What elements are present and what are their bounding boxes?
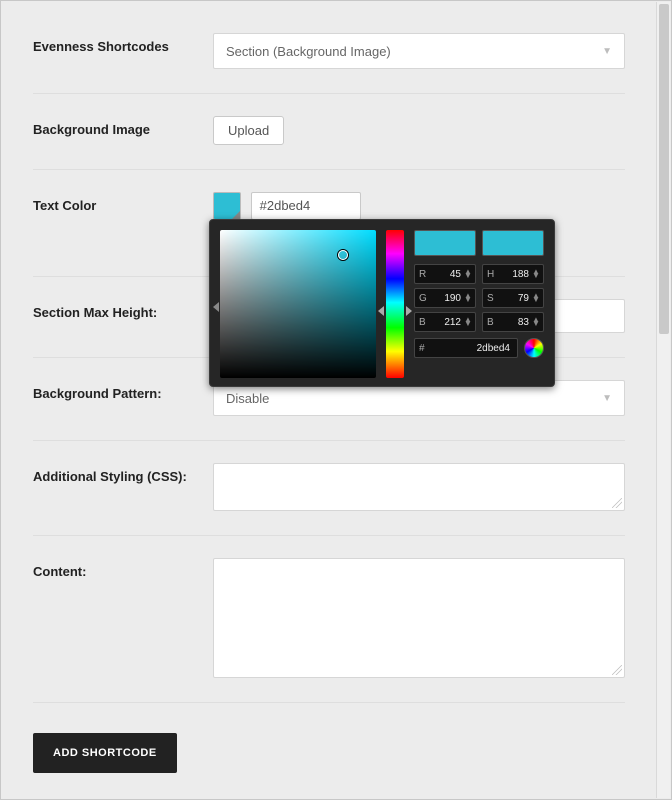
resize-handle-icon[interactable] bbox=[612, 665, 622, 675]
s-label: S bbox=[487, 293, 499, 304]
css-textarea[interactable] bbox=[213, 463, 625, 511]
r-label: R bbox=[419, 269, 431, 280]
spinner-icon[interactable]: ▲▼ bbox=[532, 294, 539, 302]
b-label: B bbox=[419, 317, 431, 328]
label-pattern: Background Pattern: bbox=[33, 380, 213, 401]
color-wheel-icon[interactable] bbox=[524, 338, 544, 358]
r-value: 45 bbox=[431, 269, 464, 280]
sv-cursor[interactable] bbox=[338, 250, 348, 260]
sv-area[interactable] bbox=[220, 230, 376, 378]
h-value: 188 bbox=[499, 269, 532, 280]
picker-hex-value: 2dbed4 bbox=[431, 343, 513, 354]
new-color-swatch[interactable] bbox=[414, 230, 476, 256]
window-frame: Evenness Shortcodes Section (Background … bbox=[0, 0, 672, 800]
spinner-icon[interactable]: ▲▼ bbox=[532, 270, 539, 278]
label-max-height: Section Max Height: bbox=[33, 299, 213, 320]
b-hsb-field[interactable]: B 83 ▲▼ bbox=[482, 312, 544, 332]
form-page: Evenness Shortcodes Section (Background … bbox=[9, 1, 649, 799]
current-color-swatch[interactable] bbox=[482, 230, 544, 256]
hue-indicator-left-icon bbox=[378, 306, 384, 316]
spinner-icon[interactable]: ▲▼ bbox=[464, 294, 471, 302]
spinner-icon[interactable]: ▲▼ bbox=[532, 318, 539, 326]
picker-readout: R 45 ▲▼ H 188 ▲▼ G 190 ▲▼ S 79 bbox=[414, 230, 544, 376]
add-shortcode-button[interactable]: ADD SHORTCODE bbox=[33, 733, 177, 773]
hue-bar[interactable] bbox=[386, 230, 404, 378]
b-hsb-label: B bbox=[487, 317, 499, 328]
g-field[interactable]: G 190 ▲▼ bbox=[414, 288, 476, 308]
g-label: G bbox=[419, 293, 431, 304]
label-text-color: Text Color bbox=[33, 192, 213, 213]
row-content: Content: bbox=[33, 536, 625, 703]
g-value: 190 bbox=[431, 293, 464, 304]
color-swatch[interactable] bbox=[213, 192, 241, 220]
row-shortcodes: Evenness Shortcodes Section (Background … bbox=[33, 11, 625, 94]
label-shortcodes: Evenness Shortcodes bbox=[33, 33, 213, 54]
chevron-down-icon: ▼ bbox=[602, 393, 612, 404]
scrollbar-thumb[interactable] bbox=[659, 4, 669, 334]
resize-handle-icon[interactable] bbox=[612, 498, 622, 508]
shortcodes-select[interactable]: Section (Background Image) ▼ bbox=[213, 33, 625, 69]
s-value: 79 bbox=[499, 293, 532, 304]
h-label: H bbox=[487, 269, 499, 280]
row-css: Additional Styling (CSS): bbox=[33, 441, 625, 536]
picker-hex-field[interactable]: # 2dbed4 bbox=[414, 338, 518, 358]
spinner-icon[interactable]: ▲▼ bbox=[464, 270, 471, 278]
b-hsb-value: 83 bbox=[499, 317, 532, 328]
action-row: ADD SHORTCODE bbox=[33, 703, 625, 783]
b-value: 212 bbox=[431, 317, 464, 328]
h-field[interactable]: H 188 ▲▼ bbox=[482, 264, 544, 284]
triangle-left-icon bbox=[213, 302, 219, 312]
r-field[interactable]: R 45 ▲▼ bbox=[414, 264, 476, 284]
shortcodes-select-value: Section (Background Image) bbox=[226, 44, 391, 59]
pattern-select-value: Disable bbox=[226, 391, 269, 406]
row-background-image: Background Image Upload bbox=[33, 94, 625, 170]
label-background-image: Background Image bbox=[33, 116, 213, 137]
label-css: Additional Styling (CSS): bbox=[33, 463, 213, 484]
upload-button[interactable]: Upload bbox=[213, 116, 284, 145]
hex-input[interactable]: #2dbed4 bbox=[251, 192, 361, 220]
chevron-down-icon: ▼ bbox=[602, 46, 612, 57]
hash-label: # bbox=[419, 343, 431, 354]
hue-indicator-right-icon bbox=[406, 306, 412, 316]
label-content: Content: bbox=[33, 558, 213, 579]
s-field[interactable]: S 79 ▲▼ bbox=[482, 288, 544, 308]
scrollbar[interactable] bbox=[656, 2, 670, 798]
spinner-icon[interactable]: ▲▼ bbox=[464, 318, 471, 326]
content-textarea[interactable] bbox=[213, 558, 625, 678]
b-rgb-field[interactable]: B 212 ▲▼ bbox=[414, 312, 476, 332]
color-picker-popover: R 45 ▲▼ H 188 ▲▼ G 190 ▲▼ S 79 bbox=[209, 219, 555, 387]
